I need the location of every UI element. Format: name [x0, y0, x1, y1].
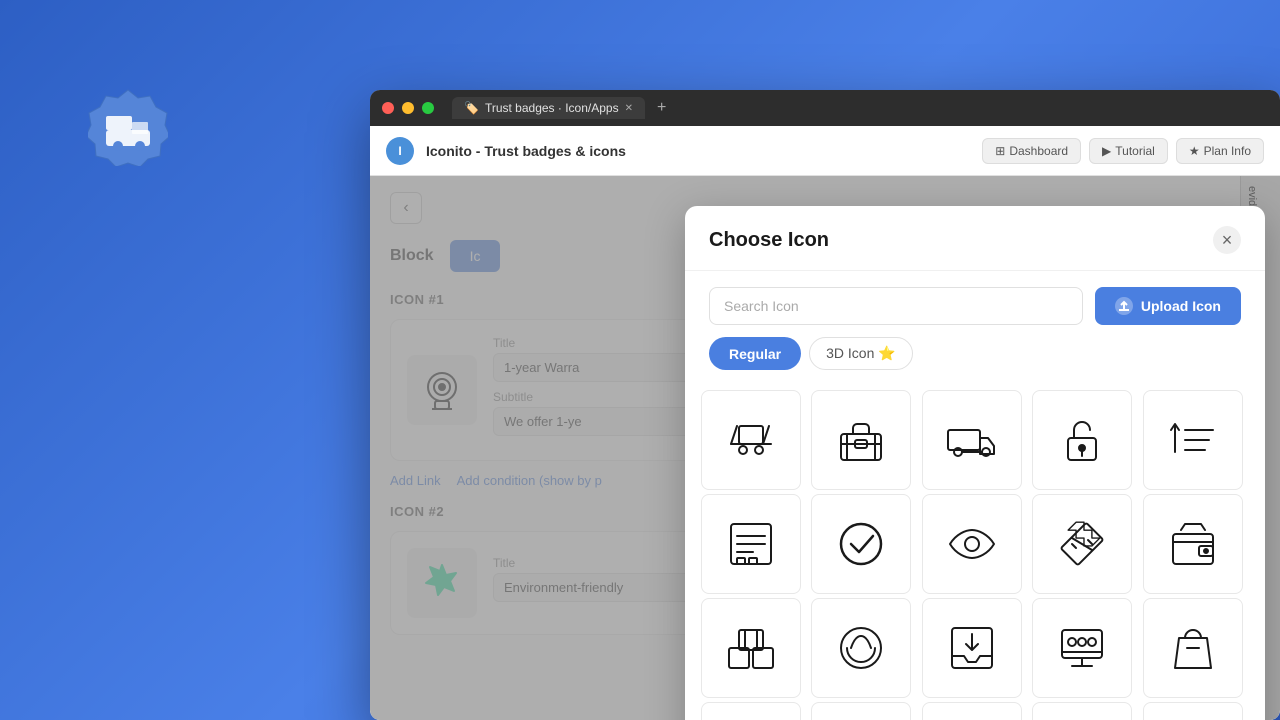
- tutorial-icon: ▶: [1102, 144, 1111, 158]
- tab-3d[interactable]: 3D Icon ⭐: [809, 337, 913, 370]
- new-tab-button[interactable]: +: [657, 99, 666, 117]
- tutorial-button[interactable]: ▶ Tutorial: [1089, 138, 1168, 164]
- icon-cell-delivery-truck[interactable]: [922, 390, 1022, 490]
- icon-cell-online-shop[interactable]: [1032, 598, 1132, 698]
- main-content: ‹ Block Ic ICON #1: [370, 176, 1280, 720]
- icon-cell-check-circle[interactable]: [811, 494, 911, 594]
- browser-content: I Iconito - Trust badges & icons ⊞ Dashb…: [370, 126, 1280, 720]
- dashboard-icon: ⊞: [995, 144, 1005, 158]
- icon-cell-download-cart[interactable]: [1143, 702, 1243, 720]
- tab-regular[interactable]: Regular: [709, 337, 801, 370]
- modal-title: Choose Icon: [709, 229, 829, 252]
- icon-cell-wallet[interactable]: [1143, 494, 1243, 594]
- modal-close-button[interactable]: ×: [1213, 226, 1241, 254]
- app-logo: I: [386, 137, 414, 165]
- tab-favicon: 🏷️: [464, 101, 479, 115]
- upload-icon: [1115, 297, 1133, 315]
- traffic-light-green[interactable]: [422, 102, 434, 114]
- icon-cell-store-front[interactable]: [922, 702, 1022, 720]
- app-header: I Iconito - Trust badges & icons ⊞ Dashb…: [370, 126, 1280, 176]
- browser-tab-active[interactable]: 🏷️ Trust badges · Icon/Apps ✕: [452, 97, 645, 119]
- icon-cell-shopping-bag[interactable]: [1143, 598, 1243, 698]
- upload-icon-button[interactable]: Upload Icon: [1095, 287, 1241, 325]
- choose-icon-modal: Choose Icon ×: [685, 206, 1265, 720]
- plan-info-button[interactable]: ★ Plan Info: [1176, 138, 1264, 164]
- browser-window: 🏷️ Trust badges · Icon/Apps ✕ + I Iconit…: [370, 90, 1280, 720]
- traffic-light-red[interactable]: [382, 102, 394, 114]
- tab-title: Trust badges · Icon/Apps: [485, 101, 619, 115]
- modal-header: Choose Icon ×: [685, 206, 1265, 271]
- search-input[interactable]: [709, 287, 1083, 325]
- browser-chrome: 🏷️ Trust badges · Icon/Apps ✕ +: [370, 90, 1280, 126]
- icon-cell-toolbox[interactable]: [811, 390, 911, 490]
- icon-cell-sort-list[interactable]: [1143, 390, 1243, 490]
- icon-grid: [685, 382, 1265, 720]
- modal-search-row: Upload Icon: [685, 271, 1265, 337]
- icon-cell-receipt-scan[interactable]: [701, 702, 801, 720]
- icon-cell-packages[interactable]: [701, 598, 801, 698]
- plan-icon: ★: [1189, 144, 1200, 158]
- badge-logo: [88, 86, 168, 171]
- icon-cell-eye[interactable]: [922, 494, 1022, 594]
- modal-type-tabs: Regular 3D Icon ⭐: [685, 337, 1265, 382]
- icon-cell-inbox-download[interactable]: [922, 598, 1022, 698]
- icon-cell-ticket[interactable]: [1032, 494, 1132, 594]
- icon-cell-basket[interactable]: [811, 598, 911, 698]
- icon-cell-padlock[interactable]: [1032, 390, 1132, 490]
- dashboard-button[interactable]: ⊞ Dashboard: [982, 138, 1081, 164]
- traffic-light-yellow[interactable]: [402, 102, 414, 114]
- tab-close-button[interactable]: ✕: [625, 103, 633, 114]
- icon-cell-luggage-cart[interactable]: [701, 390, 801, 490]
- search-input-wrapper: [709, 287, 1083, 325]
- icon-cell-document-list[interactable]: [701, 494, 801, 594]
- header-buttons: ⊞ Dashboard ▶ Tutorial ★ Plan Info: [982, 138, 1264, 164]
- app-title: Iconito - Trust badges & icons: [426, 143, 970, 159]
- icon-cell-store[interactable]: [811, 702, 911, 720]
- modal-overlay[interactable]: Choose Icon ×: [370, 176, 1280, 720]
- icon-cell-pos[interactable]: [1032, 702, 1132, 720]
